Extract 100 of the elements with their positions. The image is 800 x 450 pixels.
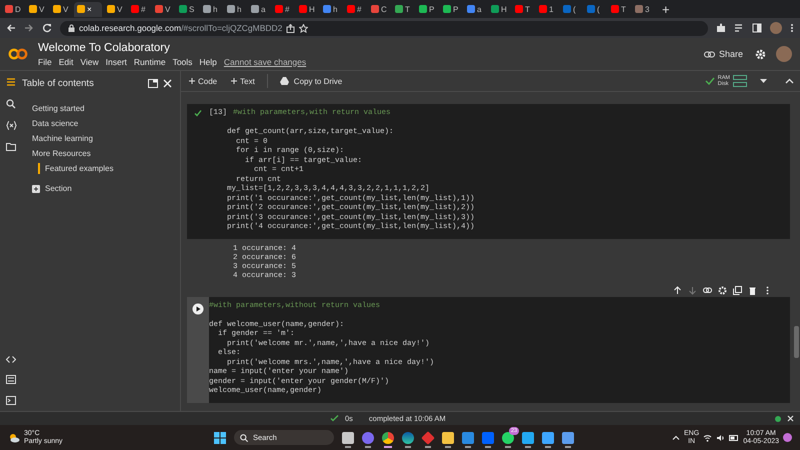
- tab-title: h: [333, 4, 338, 14]
- browser-tab[interactable]: #: [128, 2, 150, 16]
- toc-item[interactable]: Getting started: [30, 101, 180, 116]
- tab-title: (: [573, 4, 576, 14]
- link-icon[interactable]: [703, 286, 712, 294]
- tab-title: V: [117, 4, 122, 14]
- menu-item[interactable]: File: [38, 56, 52, 66]
- close-icon[interactable]: [163, 78, 172, 88]
- sidebar-icon[interactable]: [752, 23, 762, 33]
- notification-icon[interactable]: [783, 433, 792, 442]
- tab-title: P: [429, 4, 434, 14]
- browser-tab[interactable]: h: [200, 2, 222, 16]
- add-cell-button[interactable]: Code: [187, 76, 220, 86]
- tab-title: V: [165, 4, 170, 14]
- chevron-up-icon[interactable]: [672, 435, 680, 440]
- browser-tab[interactable]: V: [104, 2, 126, 16]
- settings-icon[interactable]: [755, 48, 766, 60]
- playlist-icon[interactable]: [734, 23, 744, 33]
- check-icon: [330, 415, 339, 422]
- toc-item[interactable]: Data science: [30, 116, 180, 131]
- browser-tab[interactable]: C: [368, 2, 390, 16]
- speaker-icon[interactable]: [716, 434, 726, 442]
- browser-tab[interactable]: H: [488, 2, 510, 16]
- menu-item[interactable]: Tools: [172, 56, 192, 66]
- browser-tab[interactable]: a: [248, 2, 270, 16]
- tab-title: h: [213, 4, 218, 14]
- more-icon[interactable]: [790, 23, 794, 33]
- browser-tab[interactable]: #: [272, 2, 294, 16]
- settings-icon[interactable]: [718, 286, 727, 294]
- browser-tab[interactable]: T: [512, 2, 534, 16]
- tab-title: D: [15, 4, 21, 14]
- menu-item[interactable]: Help: [199, 56, 217, 66]
- reload-icon[interactable]: [42, 23, 52, 33]
- browser-tab[interactable]: H: [296, 2, 318, 16]
- collapse-icon[interactable]: [785, 78, 794, 84]
- share-button[interactable]: Share: [702, 47, 745, 61]
- menu-item[interactable]: Edit: [58, 56, 74, 66]
- browser-tab[interactable]: 3: [632, 2, 654, 16]
- browser-tab[interactable]: 1: [536, 2, 558, 16]
- close-icon[interactable]: [787, 415, 794, 422]
- browser-tab[interactable]: V: [50, 2, 72, 16]
- menu-item[interactable]: Insert: [106, 56, 127, 66]
- browser-tab[interactable]: T: [608, 2, 630, 16]
- menu-item[interactable]: Runtime: [134, 56, 166, 66]
- window-icon[interactable]: [148, 78, 158, 88]
- form-icon[interactable]: [6, 375, 16, 384]
- notebook-title[interactable]: Welcome To Colaboratory: [38, 42, 692, 54]
- browser-tab[interactable]: ×: [74, 2, 102, 16]
- avatar[interactable]: [770, 22, 782, 34]
- browser-tab[interactable]: D: [2, 2, 24, 16]
- browser-tab[interactable]: V: [26, 2, 48, 16]
- close-icon[interactable]: ×: [87, 4, 92, 14]
- forward-icon[interactable]: [24, 23, 34, 33]
- copy-to-drive-button[interactable]: Copy to Drive: [278, 76, 344, 86]
- star-icon[interactable]: [299, 24, 308, 32]
- caret-icon[interactable]: [760, 79, 767, 83]
- arrow-down-icon[interactable]: [688, 286, 697, 294]
- code-cell[interactable]: [187, 104, 790, 238]
- back-icon[interactable]: [6, 23, 16, 33]
- terminal-icon[interactable]: [6, 396, 16, 405]
- arrow-up-icon[interactable]: [673, 286, 682, 294]
- run-button[interactable]: [192, 302, 204, 314]
- scrollbar-thumb[interactable]: [794, 326, 799, 358]
- browser-tab[interactable]: P: [416, 2, 438, 16]
- browser-tab[interactable]: (: [584, 2, 606, 16]
- new-tab-button[interactable]: +: [662, 2, 670, 16]
- browser-tab[interactable]: (: [560, 2, 582, 16]
- add-section-button[interactable]: Section: [32, 184, 180, 193]
- address-bar[interactable]: colab.research.google.com/#scrollTo=cljQZCgMBDD2: [60, 20, 708, 36]
- wifi-icon[interactable]: [703, 434, 712, 442]
- delete-icon[interactable]: [748, 286, 757, 294]
- browser-tab[interactable]: S: [176, 2, 198, 16]
- toc-item[interactable]: Machine learning: [30, 131, 180, 146]
- toc-item[interactable]: Featured examples: [38, 163, 180, 174]
- battery-icon[interactable]: [729, 434, 740, 440]
- code-cell[interactable]: [187, 296, 790, 402]
- browser-tab[interactable]: a: [464, 2, 486, 16]
- browser-tab[interactable]: T: [392, 2, 414, 16]
- add-cell-button[interactable]: Text: [229, 76, 257, 86]
- code-icon[interactable]: [6, 356, 16, 363]
- table-of-contents-icon[interactable]: [6, 77, 16, 87]
- chrome-icon[interactable]: [382, 432, 394, 444]
- browser-tab[interactable]: h: [224, 2, 246, 16]
- plus-icon: [189, 78, 195, 84]
- variables-icon[interactable]: [6, 121, 16, 130]
- browser-tab[interactable]: V: [152, 2, 174, 16]
- browser-tab[interactable]: h: [320, 2, 342, 16]
- weather-icon[interactable]: [8, 432, 20, 442]
- windows-start-icon[interactable]: [214, 432, 226, 444]
- menu-item[interactable]: View: [80, 56, 99, 66]
- browser-tab[interactable]: P: [440, 2, 462, 16]
- toc-item[interactable]: More Resources: [30, 146, 180, 161]
- tab-title: V: [63, 4, 68, 14]
- save-notice-link[interactable]: Cannot save changes: [224, 56, 306, 66]
- share-icon[interactable]: [286, 24, 296, 32]
- browser-tab[interactable]: #: [344, 2, 366, 16]
- colab-logo[interactable]: [8, 48, 28, 60]
- copy-icon[interactable]: [733, 286, 742, 294]
- avatar[interactable]: [776, 46, 792, 62]
- search-icon[interactable]: [6, 99, 16, 109]
